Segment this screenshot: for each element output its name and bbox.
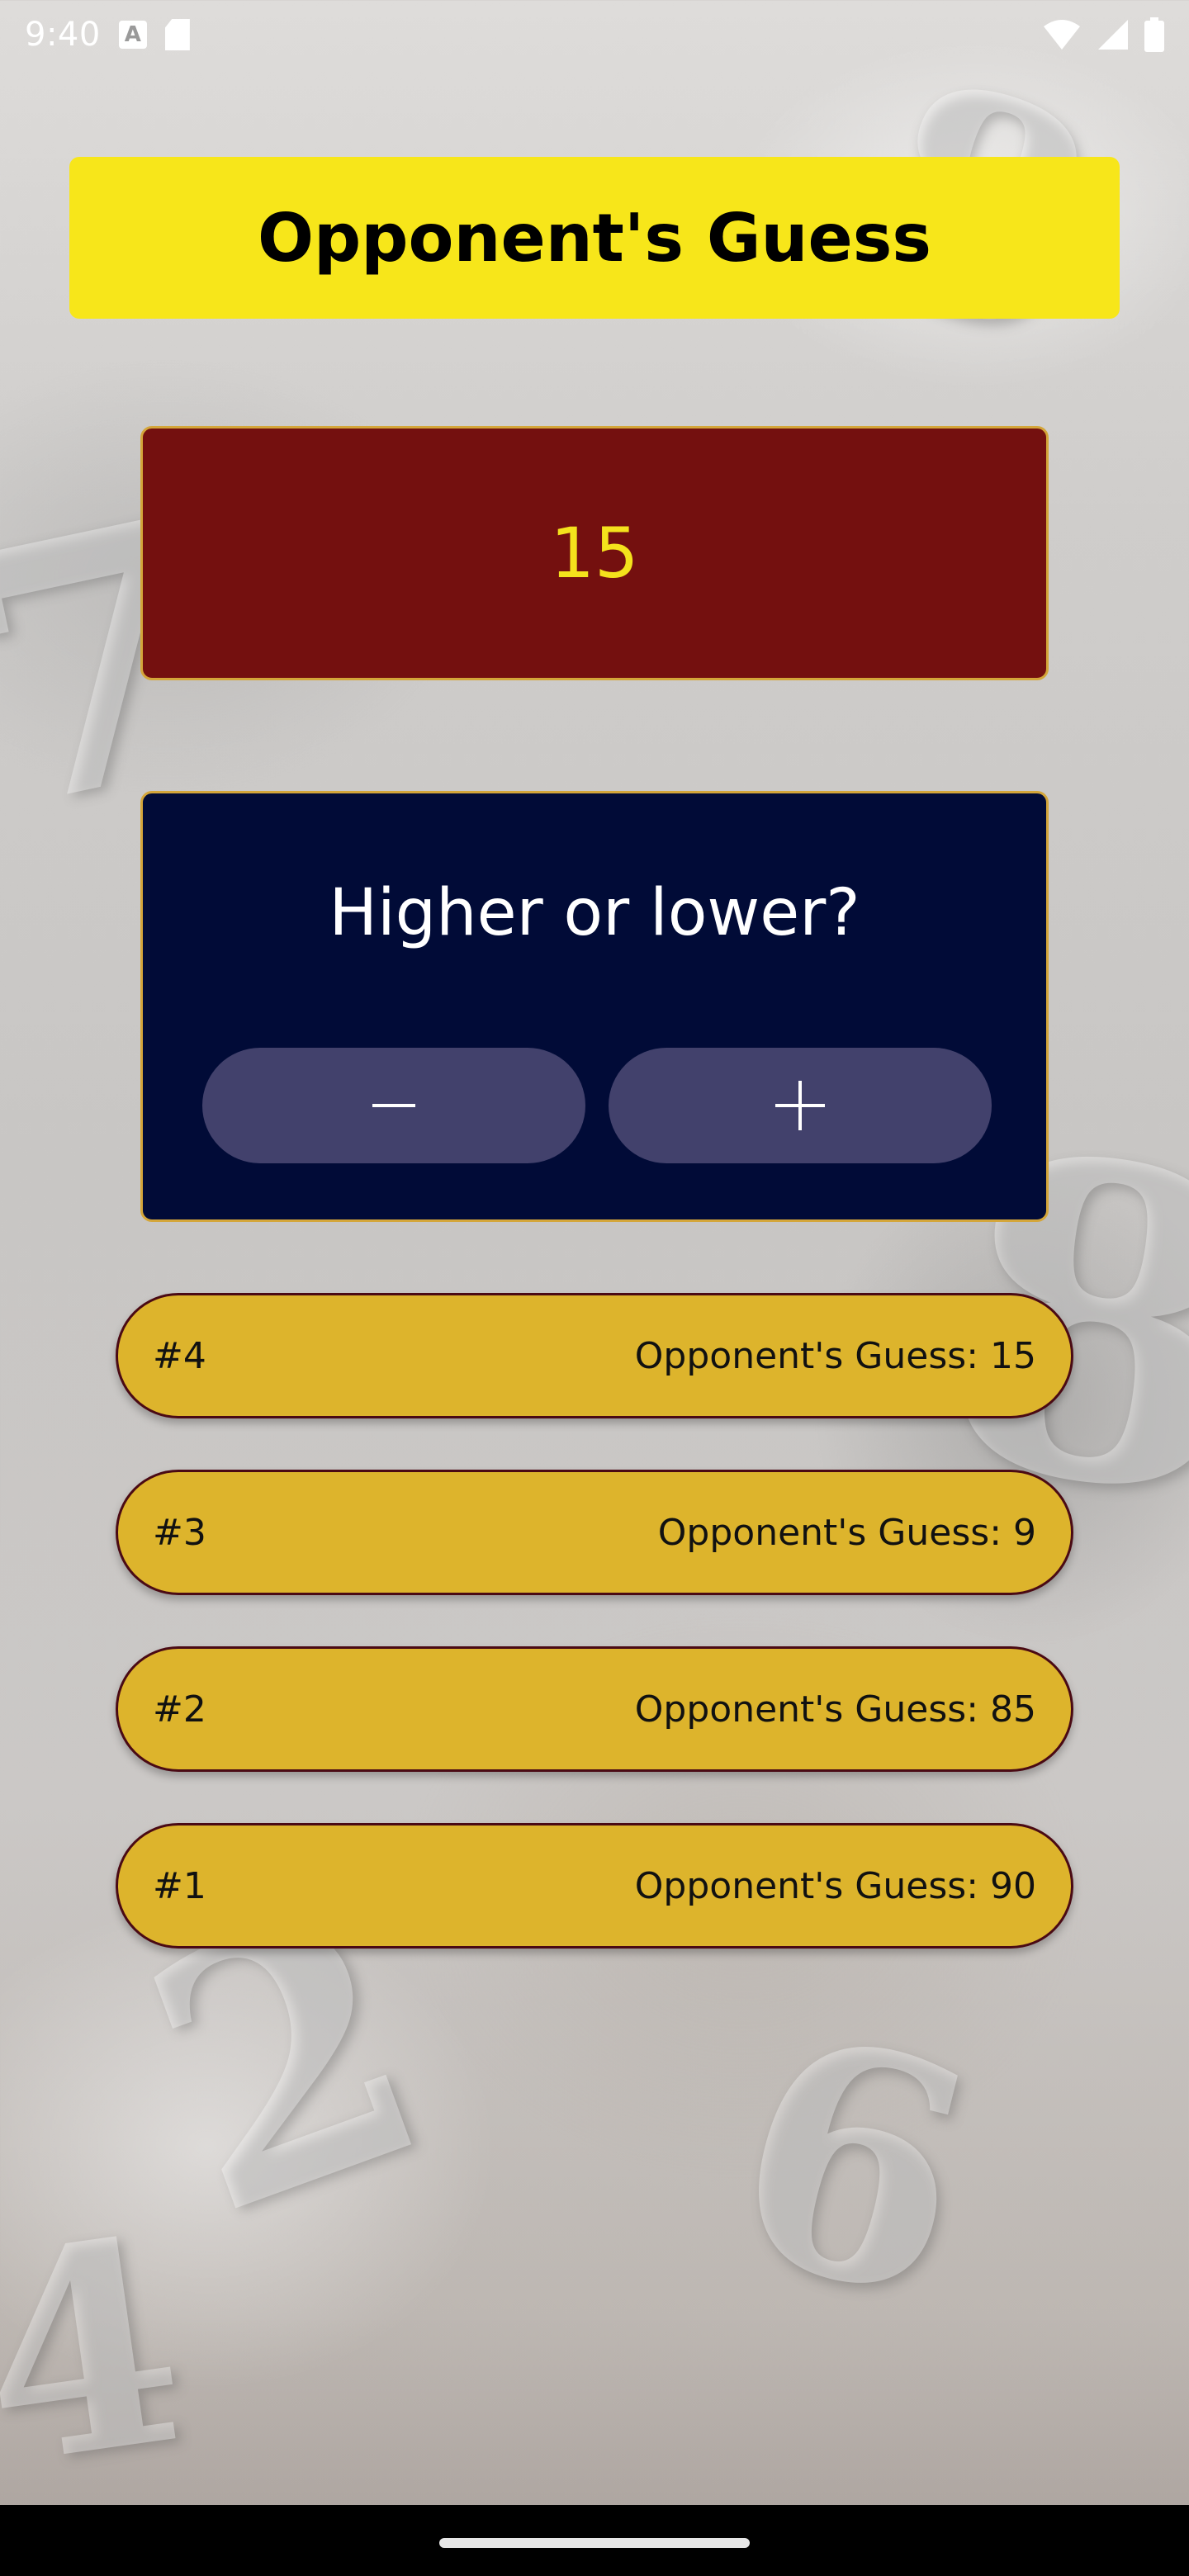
higher-button[interactable] bbox=[609, 1048, 992, 1163]
wifi-icon bbox=[1044, 20, 1080, 50]
guess-log-list: #4 Opponent's Guess: 15 #3 Opponent's Gu… bbox=[116, 1293, 1073, 2000]
page-title: Opponent's Guess bbox=[258, 199, 931, 277]
status-left: 9:40 A bbox=[25, 16, 190, 54]
current-guess-number: 15 bbox=[550, 513, 639, 594]
higher-lower-card: Higher or lower? bbox=[140, 791, 1049, 1222]
status-bar: 9:40 A bbox=[0, 0, 1189, 69]
guess-text: Opponent's Guess: 85 bbox=[634, 1688, 1036, 1731]
minus-icon bbox=[372, 1104, 415, 1107]
navigation-bar bbox=[0, 2505, 1189, 2576]
status-time: 9:40 bbox=[25, 16, 101, 54]
round-number: #4 bbox=[153, 1334, 206, 1377]
guess-text: Opponent's Guess: 90 bbox=[634, 1864, 1036, 1907]
list-item: #3 Opponent's Guess: 9 bbox=[116, 1470, 1073, 1595]
home-gesture-handle[interactable] bbox=[439, 2538, 750, 2548]
list-item: #4 Opponent's Guess: 15 bbox=[116, 1293, 1073, 1418]
higher-lower-question: Higher or lower? bbox=[329, 876, 860, 950]
round-number: #1 bbox=[153, 1864, 206, 1907]
plus-icon bbox=[775, 1081, 825, 1130]
current-guess-box: 15 bbox=[140, 426, 1049, 680]
background-numeral: 4 bbox=[0, 2176, 201, 2530]
guess-text: Opponent's Guess: 15 bbox=[634, 1334, 1036, 1377]
round-number: #2 bbox=[153, 1688, 206, 1731]
round-number: #3 bbox=[153, 1511, 206, 1554]
status-right bbox=[1042, 17, 1164, 52]
lower-button[interactable] bbox=[202, 1048, 585, 1163]
cell-signal-icon bbox=[1098, 20, 1128, 50]
list-item: #2 Opponent's Guess: 85 bbox=[116, 1646, 1073, 1772]
battery-icon bbox=[1144, 17, 1164, 52]
sd-card-icon bbox=[164, 19, 190, 50]
title-banner: Opponent's Guess bbox=[69, 157, 1120, 319]
list-item: #1 Opponent's Guess: 90 bbox=[116, 1823, 1073, 1949]
guess-text: Opponent's Guess: 9 bbox=[657, 1511, 1036, 1554]
background-numeral: 6 bbox=[701, 1960, 1003, 2372]
notification-a-icon: A bbox=[118, 21, 147, 49]
